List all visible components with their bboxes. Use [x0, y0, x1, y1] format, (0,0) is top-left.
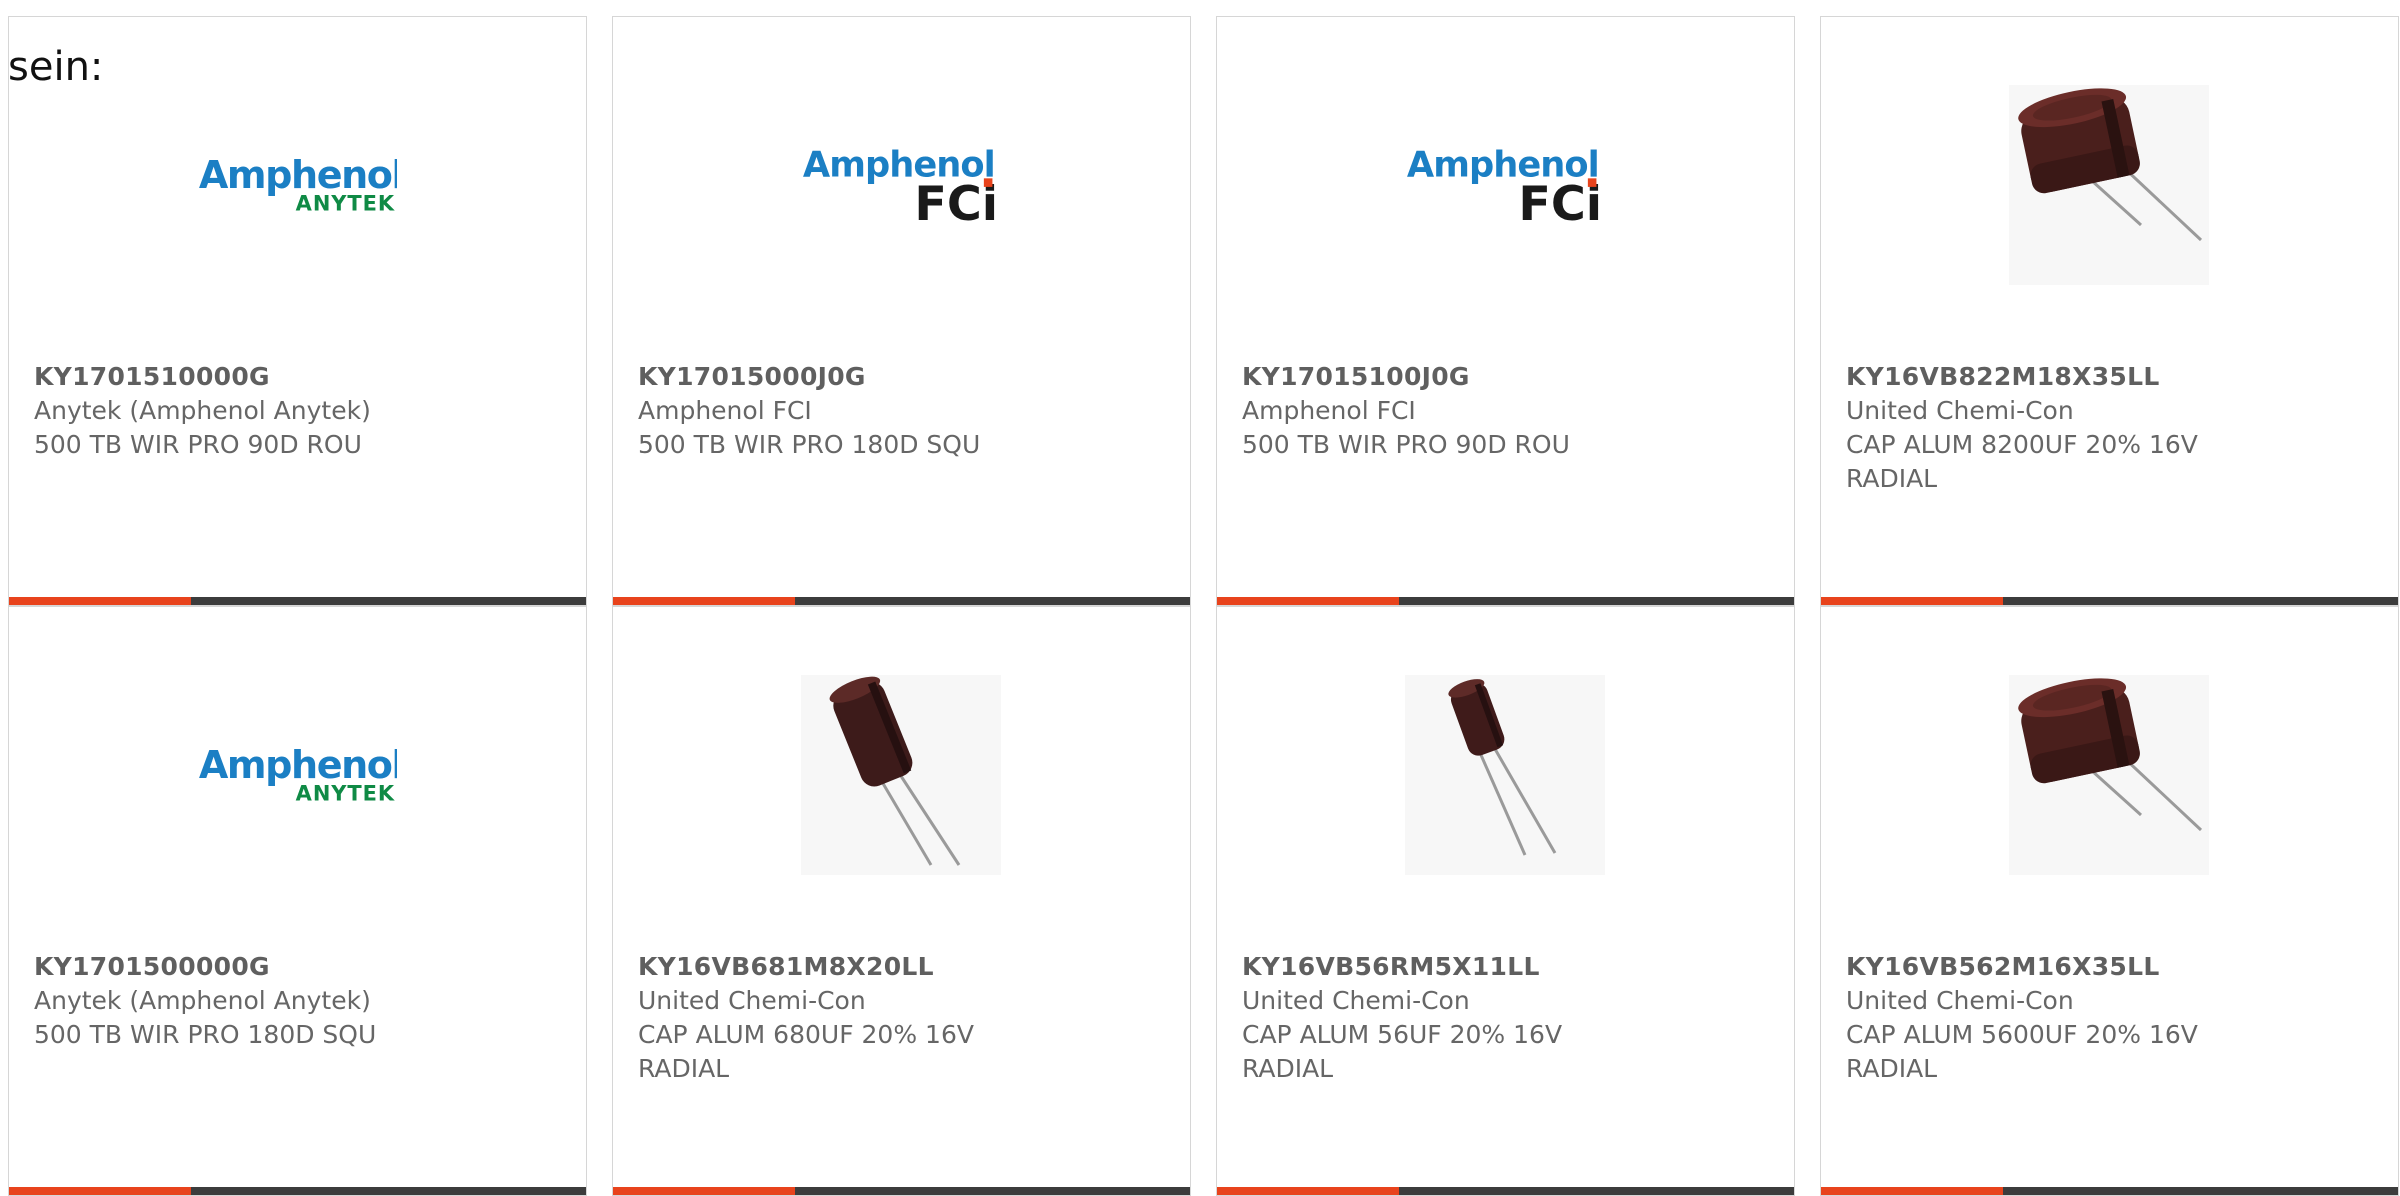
card-footer-accent [9, 1187, 191, 1195]
card-footer-bar [613, 597, 1190, 605]
manufacturer-name: United Chemi-Con [1846, 396, 2074, 425]
card-footer-bar [613, 1187, 1190, 1195]
svg-text:Amphenol: Amphenol [199, 153, 397, 197]
product-card[interactable]: Amphenol ANYTEK KY1701500000G Anytek (Amp… [8, 606, 587, 1196]
product-image [2009, 675, 2209, 875]
product-info: KY17015100J0G Amphenol FCI 500 TB WIR PR… [1242, 360, 1769, 462]
product-info: KY1701500000G Anytek (Amphenol Anytek) 5… [34, 950, 561, 1052]
part-number[interactable]: KY17015000J0G [638, 360, 1165, 394]
part-number[interactable]: KY16VB56RM5X11LL [1242, 950, 1769, 984]
product-card[interactable]: Amphenol FCi KY17015100J0G Amphenol FCI 5… [1216, 16, 1795, 606]
card-footer-bar [1821, 1187, 2398, 1195]
card-footer-accent [613, 1187, 795, 1195]
product-card[interactable]: Amphenol FCi KY17015000J0G Amphenol FCI 5… [612, 16, 1191, 606]
card-footer-bar [1821, 597, 2398, 605]
product-description: 500 TB WIR PRO 180D SQU [34, 1020, 377, 1049]
product-card[interactable]: Amphenol ANYTEK KY1701510000G Anytek (Amp… [8, 16, 587, 606]
product-description: 500 TB WIR PRO 90D ROU [1242, 430, 1570, 459]
capacitor-photo [801, 675, 1001, 875]
amphenol-fci-logo: AmphenolFCi [1407, 144, 1602, 228]
product-image: Amphenol FCi [801, 85, 1001, 285]
manufacturer-name: Amphenol FCI [1242, 396, 1416, 425]
manufacturer-name: United Chemi-Con [1242, 986, 1470, 1015]
capacitor-photo [2009, 675, 2209, 875]
part-number[interactable]: KY16VB822M18X35LL [1846, 360, 2373, 394]
product-info: KY16VB681M8X20LL United Chemi-Con CAP AL… [638, 950, 1165, 1086]
manufacturer-name: Anytek (Amphenol Anytek) [34, 986, 371, 1015]
product-image [801, 675, 1001, 875]
manufacturer-name: United Chemi-Con [1846, 986, 2074, 1015]
product-info: KY16VB562M16X35LL United Chemi-Con CAP A… [1846, 950, 2373, 1086]
svg-text:ANYTEK: ANYTEK [296, 782, 395, 806]
part-number[interactable]: KY16VB562M16X35LL [1846, 950, 2373, 984]
capacitor-photo [2009, 85, 2209, 285]
card-footer-bar [9, 1187, 586, 1195]
product-image: Amphenol ANYTEK [197, 85, 397, 285]
product-description: CAP ALUM 680UF 20% 16V RADIAL [638, 1020, 974, 1083]
card-footer-bar [9, 597, 586, 605]
card-footer-accent [1217, 1187, 1399, 1195]
product-info: KY17015000J0G Amphenol FCI 500 TB WIR PR… [638, 360, 1165, 462]
svg-text:Amphenol: Amphenol [199, 743, 397, 787]
product-description: CAP ALUM 8200UF 20% 16V RADIAL [1846, 430, 2198, 493]
part-number[interactable]: KY16VB681M8X20LL [638, 950, 1165, 984]
part-number[interactable]: KY1701500000G [34, 950, 561, 984]
product-card[interactable]: KY16VB681M8X20LL United Chemi-Con CAP AL… [612, 606, 1191, 1196]
product-image: Amphenol ANYTEK [197, 675, 397, 875]
manufacturer-name: Amphenol FCI [638, 396, 812, 425]
capacitor-photo [1405, 675, 1605, 875]
product-image [1405, 675, 1605, 875]
card-footer-accent [613, 597, 795, 605]
product-description: CAP ALUM 56UF 20% 16V RADIAL [1242, 1020, 1563, 1083]
svg-text:ANYTEK: ANYTEK [296, 192, 395, 216]
part-number[interactable]: KY1701510000G [34, 360, 561, 394]
card-footer-bar [1217, 1187, 1794, 1195]
product-card[interactable]: KY16VB562M16X35LL United Chemi-Con CAP A… [1820, 606, 2399, 1196]
card-footer-accent [9, 597, 191, 605]
product-info: KY1701510000G Anytek (Amphenol Anytek) 5… [34, 360, 561, 462]
manufacturer-name: United Chemi-Con [638, 986, 866, 1015]
card-footer-accent [1821, 1187, 2003, 1195]
amphenol-anytek-logo: AmphenolANYTEK [199, 153, 397, 216]
product-info: KY16VB56RM5X11LL United Chemi-Con CAP AL… [1242, 950, 1769, 1086]
card-footer-bar [1217, 597, 1794, 605]
amphenol-fci-logo: AmphenolFCi [803, 144, 998, 228]
card-footer-accent [1821, 597, 2003, 605]
product-description: 500 TB WIR PRO 90D ROU [34, 430, 362, 459]
product-card[interactable]: KY16VB56RM5X11LL United Chemi-Con CAP AL… [1216, 606, 1795, 1196]
product-image [2009, 85, 2209, 285]
card-footer-accent [1217, 597, 1399, 605]
part-number[interactable]: KY17015100J0G [1242, 360, 1769, 394]
product-description: CAP ALUM 5600UF 20% 16V RADIAL [1846, 1020, 2198, 1083]
product-card[interactable]: KY16VB822M18X35LL United Chemi-Con CAP A… [1820, 16, 2399, 606]
product-image: Amphenol FCi [1405, 85, 1605, 285]
intro-text: sein: [8, 44, 104, 90]
product-description: 500 TB WIR PRO 180D SQU [638, 430, 981, 459]
product-info: KY16VB822M18X35LL United Chemi-Con CAP A… [1846, 360, 2373, 496]
amphenol-anytek-logo: AmphenolANYTEK [199, 743, 397, 806]
manufacturer-name: Anytek (Amphenol Anytek) [34, 396, 371, 425]
